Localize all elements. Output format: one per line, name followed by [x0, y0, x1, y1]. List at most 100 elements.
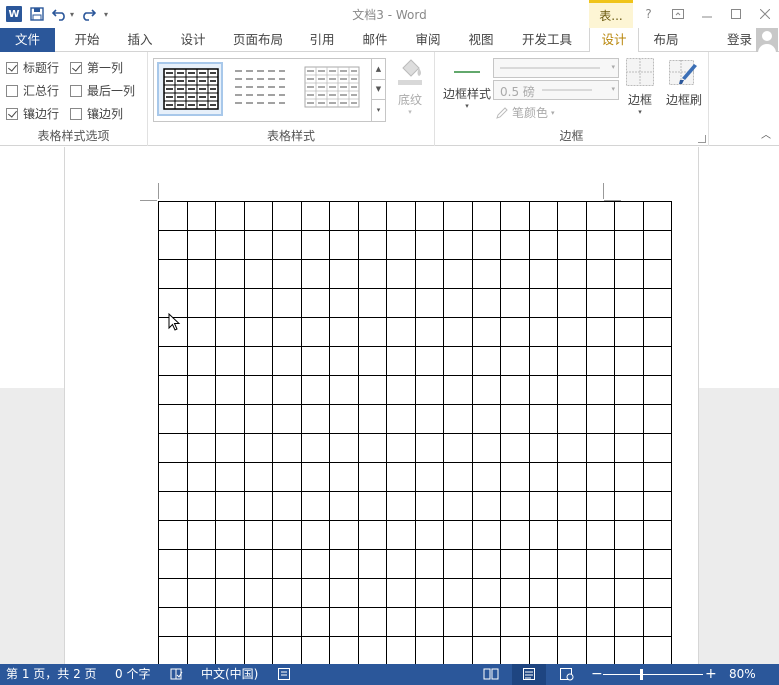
- zoom-slider-track[interactable]: [603, 674, 703, 675]
- tab-table-design[interactable]: 设计: [589, 28, 639, 53]
- pen-color-button[interactable]: 笔颜色 ▾: [495, 104, 555, 121]
- undo-icon: [52, 9, 65, 21]
- language-indicator[interactable]: 中文(中国): [201, 664, 258, 685]
- minimize-button[interactable]: [692, 0, 721, 28]
- line-style-combo[interactable]: ▾: [493, 58, 619, 78]
- undo-dropdown-icon[interactable]: ▾: [70, 10, 74, 19]
- checkbox-banded-rows[interactable]: 镶边行: [6, 105, 59, 122]
- redo-button[interactable]: [80, 5, 97, 23]
- gallery-scroll-up-icon[interactable]: ▲: [372, 59, 385, 80]
- tab-view[interactable]: 视图: [458, 28, 504, 52]
- checkbox-header-row-box: [6, 61, 18, 74]
- document-table[interactable]: [158, 201, 672, 664]
- undo-button[interactable]: [52, 5, 68, 23]
- plain-style-preview-icon: [235, 70, 285, 104]
- tab-page-layout[interactable]: 页面布局: [223, 28, 293, 52]
- avatar[interactable]: [756, 28, 778, 52]
- border-styles-button[interactable]: 边框样式 ▾: [439, 58, 495, 110]
- tab-insert[interactable]: 插入: [117, 28, 163, 52]
- light-grid-style-preview-icon: [304, 66, 360, 108]
- group-label-table-styles: 表格样式: [266, 129, 315, 143]
- tab-design[interactable]: 设计: [170, 28, 216, 52]
- zoom-in-button[interactable]: +: [705, 664, 717, 685]
- print-layout-icon: [523, 668, 535, 680]
- ribbon-display-options-button[interactable]: [663, 0, 692, 28]
- web-layout-icon[interactable]: [559, 667, 575, 681]
- document-area: [0, 147, 779, 664]
- collapse-ribbon-icon[interactable]: ︿: [761, 126, 771, 141]
- word-count[interactable]: 0 个字: [115, 664, 150, 685]
- table-style-gallery: ▲ ▼ ▾: [153, 58, 386, 122]
- gallery-more-icon[interactable]: ▾: [372, 100, 385, 121]
- line-weight-preview-icon: [542, 89, 592, 91]
- group-label-borders: 边框: [559, 129, 584, 143]
- border-painter-button[interactable]: 边框刷: [661, 56, 707, 108]
- crop-mark-top-right-v: [603, 183, 604, 199]
- page-count[interactable]: 第 1 页，共 2 页: [6, 664, 97, 685]
- word-logo-letter: W: [8, 8, 20, 20]
- tab-references[interactable]: 引用: [299, 28, 345, 52]
- close-button[interactable]: [750, 0, 779, 28]
- borders-dropdown-icon: ▾: [638, 108, 642, 116]
- save-button[interactable]: [28, 5, 46, 23]
- word-logo-icon[interactable]: W: [6, 6, 22, 22]
- checkbox-header-row[interactable]: 标题行: [6, 59, 59, 76]
- shading-label: 底纹: [397, 93, 422, 107]
- ribbon-panel: 标题行 第一列 汇总行 最后一列 镶边行 镶边列 表格样式选项 表格样式 底纹: [0, 52, 779, 146]
- checkbox-first-column[interactable]: 第一列: [70, 59, 123, 76]
- proofing-book-icon[interactable]: [169, 667, 183, 681]
- borders-dialog-launcher-icon[interactable]: [698, 135, 706, 143]
- zoom-slider-thumb[interactable]: [640, 669, 643, 680]
- window-controls: ?: [634, 0, 779, 28]
- checkbox-banded-columns-box: [70, 107, 82, 120]
- print-layout-button[interactable]: [512, 664, 546, 685]
- checkbox-banded-rows-label: 镶边行: [23, 107, 60, 121]
- macro-recording-icon[interactable]: [277, 667, 291, 681]
- table-style-option-plain[interactable]: [228, 62, 294, 116]
- line-weight-dropdown-icon: ▾: [611, 85, 615, 93]
- checkbox-banded-columns[interactable]: 镶边列: [70, 105, 123, 122]
- line-weight-value: 0.5 磅: [500, 85, 535, 99]
- checkbox-total-row[interactable]: 汇总行: [6, 82, 59, 99]
- mouse-cursor-icon: [168, 313, 181, 331]
- redo-icon: [83, 9, 97, 21]
- tab-home[interactable]: 开始: [64, 28, 110, 52]
- border-style-line-icon: [454, 71, 480, 73]
- borders-button[interactable]: 边框 ▾: [623, 56, 657, 116]
- checkbox-last-column[interactable]: 最后一列: [70, 82, 135, 99]
- table-style-option-grid[interactable]: [157, 62, 223, 116]
- group-borders: 边框样式 ▾ ▾ 0.5 磅 ▾ 笔颜色 ▾ 边框 ▾ 边框刷 边框: [435, 52, 709, 146]
- pen-icon: [496, 106, 508, 119]
- pen-color-label: 笔颜色: [512, 106, 549, 120]
- gallery-scroll-down-icon[interactable]: ▼: [372, 80, 385, 101]
- tab-file[interactable]: 文件: [0, 28, 55, 52]
- border-painter-icon: [669, 60, 697, 85]
- table-style-option-light-grid[interactable]: [300, 62, 366, 116]
- login-link[interactable]: 登录: [727, 28, 752, 52]
- tab-developer[interactable]: 开发工具: [511, 28, 583, 52]
- line-weight-combo[interactable]: 0.5 磅 ▾: [493, 80, 619, 100]
- checkbox-banded-rows-box: [6, 107, 18, 120]
- paint-bucket-icon: [398, 59, 422, 85]
- customize-qat-icon[interactable]: ▾: [104, 10, 108, 19]
- maximize-button[interactable]: [721, 0, 750, 28]
- help-button[interactable]: ?: [634, 0, 663, 28]
- shading-button[interactable]: 底纹 ▾: [392, 56, 428, 116]
- zoom-level[interactable]: 80%: [729, 664, 756, 685]
- checkbox-first-column-label: 第一列: [87, 61, 124, 75]
- checkbox-total-row-label: 汇总行: [23, 84, 60, 98]
- checkbox-last-column-label: 最后一列: [87, 84, 136, 98]
- avatar-body-icon: [758, 44, 776, 52]
- tab-review[interactable]: 审阅: [405, 28, 451, 52]
- crop-mark-top-left-h: [140, 200, 157, 201]
- tab-mailings[interactable]: 邮件: [352, 28, 398, 52]
- border-styles-dropdown-icon: ▾: [465, 102, 469, 110]
- save-icon: [30, 7, 44, 21]
- checkbox-header-row-label: 标题行: [23, 61, 60, 75]
- border-painter-label: 边框刷: [665, 93, 702, 107]
- zoom-out-button[interactable]: −: [591, 664, 603, 685]
- tab-table-layout[interactable]: 布局: [643, 28, 689, 52]
- read-mode-icon[interactable]: [483, 667, 499, 681]
- shading-dropdown-icon: ▾: [408, 108, 412, 116]
- line-style-dropdown-icon: ▾: [611, 63, 615, 71]
